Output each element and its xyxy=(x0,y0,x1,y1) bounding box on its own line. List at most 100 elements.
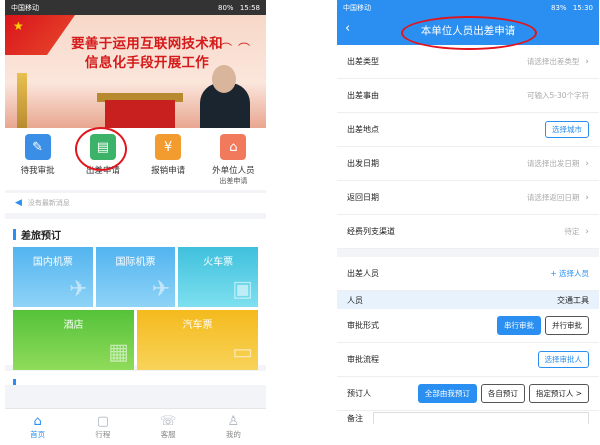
home-screen: 中国移动 80% 15:58 ★ ⌒⌒ 要善于运用互联网技术和 信息化手段开展工… xyxy=(5,0,266,445)
approval-option[interactable]: 串行审批 xyxy=(497,316,541,335)
plane-icon: ✈ xyxy=(69,277,88,302)
booker-mode-toggle: 全部由我预订 各自预订 指定预订人 > xyxy=(414,384,589,403)
tab-label: 首页 xyxy=(30,430,46,439)
notice-bar[interactable]: ◀ 没有最新消息 xyxy=(5,193,266,213)
select-approver-button[interactable]: 选择审批人 xyxy=(537,351,589,368)
quick-menu-item[interactable]: ✎ 待我审批 xyxy=(5,134,70,190)
booking-tile-label: 汽车票 xyxy=(182,320,213,331)
back-icon[interactable]: ‹ xyxy=(345,21,350,36)
booker-row: 预订人 全部由我预订 各自预订 指定预订人 > xyxy=(337,377,599,411)
column-transport: 交通工具 xyxy=(557,295,589,305)
banner-title: 要善于运用互联网技术和 信息化手段开展工作 xyxy=(71,36,223,71)
time-label: 15:58 xyxy=(239,3,260,12)
tab-item[interactable]: ⌂ 首页 xyxy=(5,409,70,445)
field-placeholder: 请选择返回日期 xyxy=(526,193,580,202)
form-row[interactable]: 返回日期 请选择返回日期 › xyxy=(337,181,599,215)
field-value: 待定 › xyxy=(564,226,589,237)
banner[interactable]: ★ ⌒⌒ 要善于运用互联网技术和 信息化手段开展工作 xyxy=(5,15,266,128)
field-value: 可输入5-30个字符 xyxy=(527,90,589,101)
field-value: 请选择返回日期 › xyxy=(527,192,589,203)
field-label: 出差类型 xyxy=(347,57,379,66)
tab-item[interactable]: ☏ 客服 xyxy=(136,409,201,445)
form-row[interactable]: 经费列支渠道 待定 › xyxy=(337,215,599,249)
booking-tile-label: 国内机票 xyxy=(32,257,73,268)
quick-menu-label: 报销申请 xyxy=(151,166,186,176)
external-staff-icon: ⌂ xyxy=(220,134,247,160)
field-placeholder: 请选择出发日期 xyxy=(526,159,580,168)
highlight-circle xyxy=(75,127,127,171)
remark-label: 备注 xyxy=(347,413,363,423)
tab-label: 客服 xyxy=(160,430,176,439)
travelers-label: 出差人员 xyxy=(347,269,379,278)
carrier-label: 中国移动 xyxy=(11,3,39,12)
booker-option[interactable]: 指定预订人 > xyxy=(528,384,589,403)
tab-label: 我的 xyxy=(225,430,241,439)
field-label: 出差地点 xyxy=(347,125,379,134)
highlight-circle xyxy=(401,16,537,50)
column-person: 人员 xyxy=(347,295,363,305)
user-icon: ♙ xyxy=(227,414,240,429)
battery-label: 83% xyxy=(551,3,567,12)
booking-tile[interactable]: 酒店 ▦ xyxy=(13,310,134,370)
booker-label: 预订人 xyxy=(347,389,371,398)
chevron-right-icon: › xyxy=(585,192,589,203)
field-label: 返回日期 xyxy=(347,193,379,202)
approval-icon: ✎ xyxy=(24,134,51,160)
bus-icon: ▭ xyxy=(232,340,253,365)
field-value: 请选择出发日期 › xyxy=(527,158,589,169)
train-icon: ▣ xyxy=(232,277,253,302)
chevron-right-icon: › xyxy=(585,226,589,237)
approval-form-label: 审批形式 xyxy=(347,321,379,330)
star-icon: ★ xyxy=(13,19,24,33)
travel-booking-section: 差旅预订 国内机票 ✈ 国际机票 ✈ 火车票 ▣ 酒店 ▦ 汽车票 ▭ xyxy=(5,219,266,370)
field-label: 出发日期 xyxy=(347,159,379,168)
form-row[interactable]: 出差地点 选择城市 xyxy=(337,113,599,147)
tab-item[interactable]: ▢ 行程 xyxy=(70,409,135,445)
booking-tile[interactable]: 火车票 ▣ xyxy=(178,247,258,307)
status-bar: 中国移动 83% 15:30 xyxy=(337,0,599,15)
form-row[interactable]: 出发日期 请选择出发日期 › xyxy=(337,147,599,181)
booking-tile[interactable]: 国际机票 ✈ xyxy=(95,247,176,307)
quick-menu-label: 外单位人员 xyxy=(212,166,255,176)
hotel-icon: ▦ xyxy=(108,340,129,365)
field-placeholder: 待定 xyxy=(564,227,580,236)
add-traveler-button[interactable]: + 选择人员 xyxy=(550,268,589,279)
booking-tile[interactable]: 汽车票 ▭ xyxy=(137,310,258,370)
quick-menu-item[interactable]: ¥ 报销申请 xyxy=(136,134,201,190)
field-label: 出差事由 xyxy=(347,91,379,100)
trip-form: 出差类型 请选择出差类型 › 出差事由 可输入5-30个字符 出差地点 选择城市 出发日期 请选… xyxy=(337,45,599,249)
travelers-row: 出差人员 + 选择人员 xyxy=(337,257,599,291)
pillar-graphic xyxy=(17,73,27,128)
booking-tile[interactable]: 国内机票 ✈ xyxy=(13,247,93,307)
status-bar: 中国移动 80% 15:58 xyxy=(5,0,266,15)
chevron-right-icon: › xyxy=(585,56,589,67)
booker-option[interactable]: 全部由我预订 xyxy=(417,384,477,403)
quick-menu: ✎ 待我审批 ▤ 出差申请 ¥ 报销申请 ⌂ 外单位人员 出差申请 xyxy=(5,128,266,190)
approval-flow-label: 审批流程 xyxy=(347,355,379,364)
quick-menu-item[interactable]: ⌂ 外单位人员 出差申请 xyxy=(201,134,266,190)
battery-label: 80% xyxy=(218,3,234,12)
notice-text: 没有最新消息 xyxy=(27,199,70,207)
next-section-header xyxy=(5,371,266,385)
trip-icon: ▢ xyxy=(96,414,110,429)
chevron-right-icon: › xyxy=(585,158,589,169)
carrier-label: 中国移动 xyxy=(343,3,371,12)
bottom-tab-bar: ⌂ 首页 ▢ 行程 ☏ 客服 ♙ 我的 xyxy=(5,408,266,445)
field-value: 请选择出差类型 › xyxy=(527,56,589,67)
approval-form-row: 审批形式 串行审批 并行审批 xyxy=(337,309,599,343)
form-row[interactable]: 出差事由 可输入5-30个字符 xyxy=(337,79,599,113)
section-title: 差旅预订 xyxy=(13,227,258,242)
approval-flow-row: 审批流程 选择审批人 xyxy=(337,343,599,377)
quick-menu-label: 待我审批 xyxy=(20,166,55,176)
phone-icon: ☏ xyxy=(159,414,177,429)
tab-item[interactable]: ♙ 我的 xyxy=(201,409,266,445)
trip-application-screen: 中国移动 83% 15:30 ‹ 本单位人员出差申请 出差类型 请选择出差类型 › 出… xyxy=(337,0,599,445)
remark-input[interactable] xyxy=(373,412,589,424)
booker-option[interactable]: 各自预订 xyxy=(480,384,525,403)
select-city-button[interactable]: 选择城市 xyxy=(545,121,589,138)
approval-option[interactable]: 并行审批 xyxy=(545,316,589,335)
reimburse-icon: ¥ xyxy=(155,134,182,160)
remark-row: 备注 xyxy=(337,411,599,425)
field-label: 经费列支渠道 xyxy=(347,227,395,236)
form-row[interactable]: 出差类型 请选择出差类型 › xyxy=(337,45,599,79)
